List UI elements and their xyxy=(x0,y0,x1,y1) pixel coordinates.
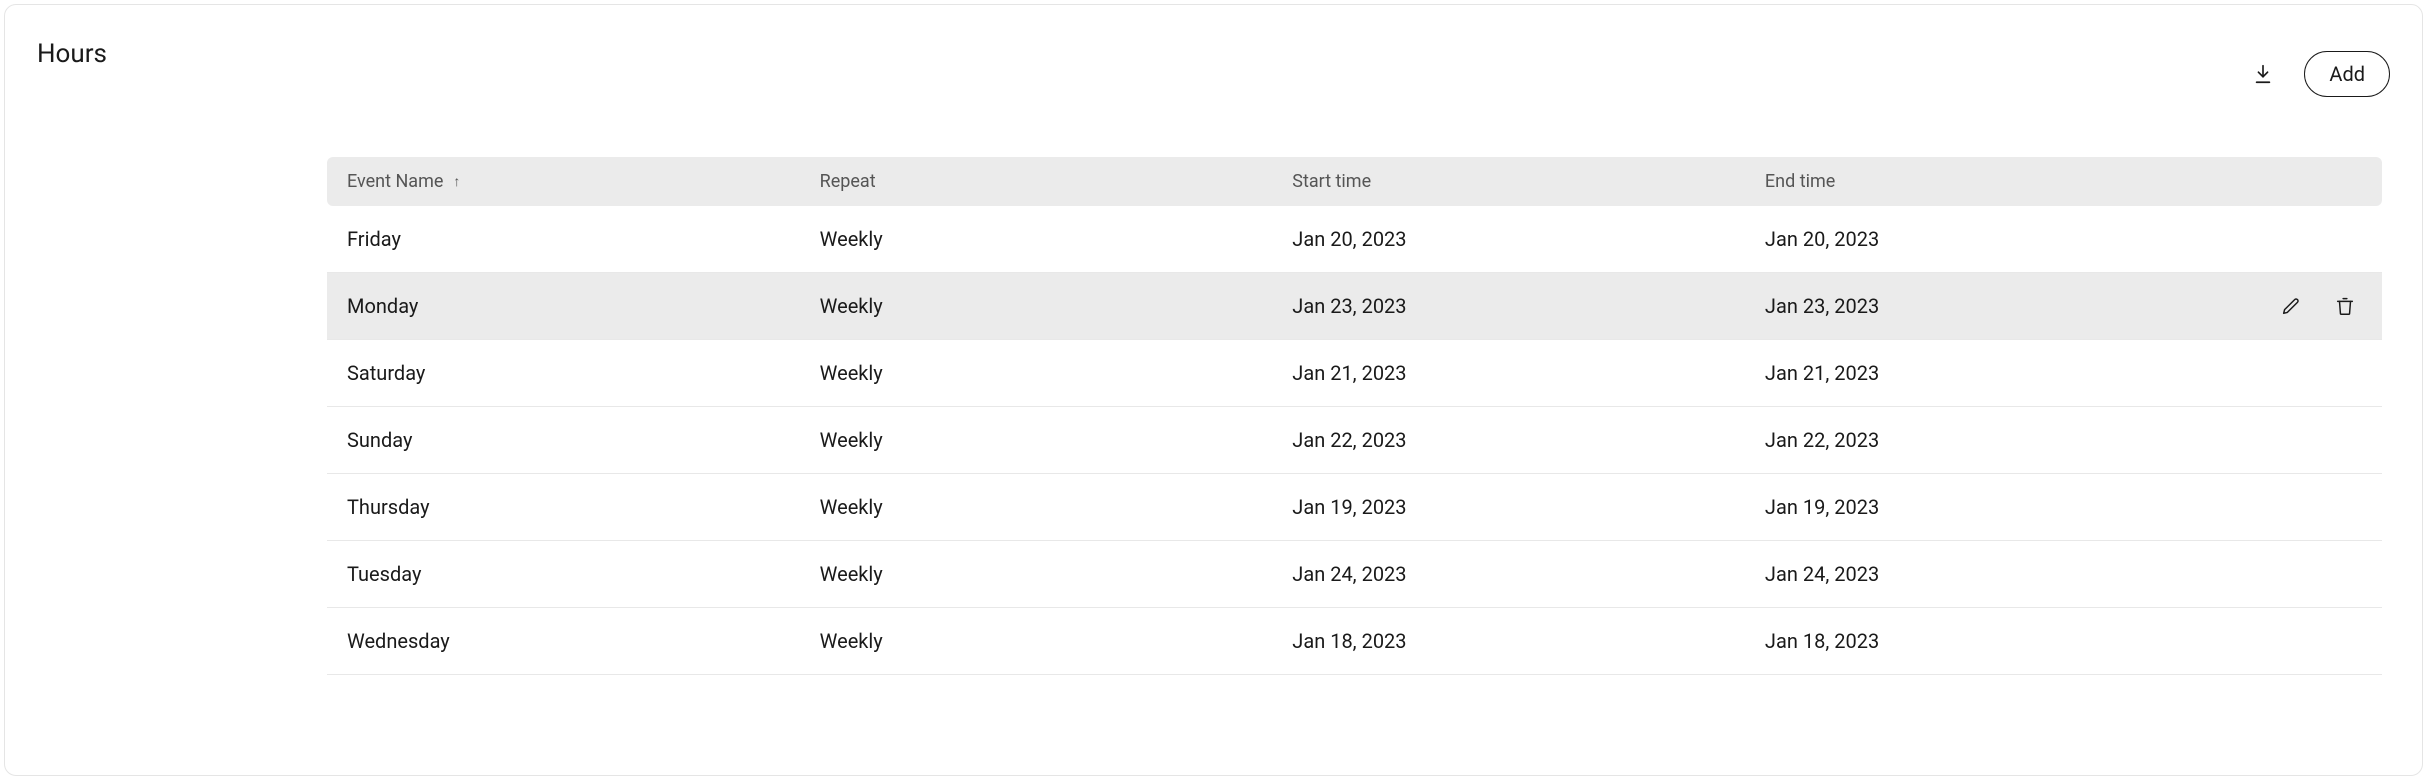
cell-event-name: Thursday xyxy=(327,474,800,541)
cell-event-name: Wednesday xyxy=(327,608,800,675)
cell-event-name: Friday xyxy=(327,206,800,273)
cell-repeat: Weekly xyxy=(800,474,1273,541)
column-header-repeat[interactable]: Repeat xyxy=(800,157,1273,206)
card-header: Hours Add xyxy=(37,33,2390,97)
cell-end-time: Jan 18, 2023 xyxy=(1745,608,2218,675)
cell-start-time: Jan 22, 2023 xyxy=(1272,407,1745,474)
cell-repeat: Weekly xyxy=(800,541,1273,608)
hours-table-wrap: Event Name ↑ Repeat Start time End time xyxy=(327,157,2382,675)
table-row[interactable]: MondayWeeklyJan 23, 2023Jan 23, 2023 xyxy=(327,273,2382,340)
delete-button[interactable] xyxy=(2328,289,2362,323)
cell-start-time: Jan 21, 2023 xyxy=(1272,340,1745,407)
cell-event-name: Saturday xyxy=(327,340,800,407)
trash-icon xyxy=(2334,295,2356,317)
cell-actions xyxy=(2218,608,2382,675)
cell-actions xyxy=(2218,273,2382,340)
cell-end-time: Jan 21, 2023 xyxy=(1745,340,2218,407)
cell-event-name: Sunday xyxy=(327,407,800,474)
table-row[interactable]: SundayWeeklyJan 22, 2023Jan 22, 2023 xyxy=(327,407,2382,474)
table-row[interactable]: ThursdayWeeklyJan 19, 2023Jan 19, 2023 xyxy=(327,474,2382,541)
cell-start-time: Jan 19, 2023 xyxy=(1272,474,1745,541)
cell-end-time: Jan 24, 2023 xyxy=(1745,541,2218,608)
header-actions: Add xyxy=(2246,33,2390,97)
pencil-icon xyxy=(2280,295,2302,317)
cell-start-time: Jan 24, 2023 xyxy=(1272,541,1745,608)
download-button[interactable] xyxy=(2246,57,2280,91)
cell-actions xyxy=(2218,474,2382,541)
table-header-row: Event Name ↑ Repeat Start time End time xyxy=(327,157,2382,206)
cell-actions xyxy=(2218,407,2382,474)
cell-start-time: Jan 23, 2023 xyxy=(1272,273,1745,340)
download-icon xyxy=(2252,63,2274,85)
cell-event-name: Tuesday xyxy=(327,541,800,608)
column-header-end-time[interactable]: End time xyxy=(1745,157,2218,206)
sort-ascending-icon: ↑ xyxy=(453,173,460,190)
cell-start-time: Jan 20, 2023 xyxy=(1272,206,1745,273)
table-body: FridayWeeklyJan 20, 2023Jan 20, 2023Mond… xyxy=(327,206,2382,675)
column-header-event-name[interactable]: Event Name ↑ xyxy=(327,157,800,206)
cell-repeat: Weekly xyxy=(800,407,1273,474)
cell-actions xyxy=(2218,340,2382,407)
table-row[interactable]: TuesdayWeeklyJan 24, 2023Jan 24, 2023 xyxy=(327,541,2382,608)
column-label: Repeat xyxy=(820,171,876,192)
table-row[interactable]: SaturdayWeeklyJan 21, 2023Jan 21, 2023 xyxy=(327,340,2382,407)
cell-end-time: Jan 19, 2023 xyxy=(1745,474,2218,541)
table-row[interactable]: FridayWeeklyJan 20, 2023Jan 20, 2023 xyxy=(327,206,2382,273)
column-label: End time xyxy=(1765,171,1835,192)
cell-repeat: Weekly xyxy=(800,340,1273,407)
hours-card: Hours Add Event Name xyxy=(4,4,2423,776)
table-row[interactable]: WednesdayWeeklyJan 18, 2023Jan 18, 2023 xyxy=(327,608,2382,675)
page-title: Hours xyxy=(37,33,107,69)
cell-repeat: Weekly xyxy=(800,206,1273,273)
column-label: Event Name xyxy=(347,171,443,192)
cell-repeat: Weekly xyxy=(800,608,1273,675)
add-button[interactable]: Add xyxy=(2304,51,2390,97)
cell-start-time: Jan 18, 2023 xyxy=(1272,608,1745,675)
cell-end-time: Jan 23, 2023 xyxy=(1745,273,2218,340)
column-header-start-time[interactable]: Start time xyxy=(1272,157,1745,206)
column-header-actions xyxy=(2218,157,2382,206)
hours-table: Event Name ↑ Repeat Start time End time xyxy=(327,157,2382,675)
cell-repeat: Weekly xyxy=(800,273,1273,340)
cell-actions xyxy=(2218,206,2382,273)
cell-end-time: Jan 20, 2023 xyxy=(1745,206,2218,273)
row-actions xyxy=(2238,289,2362,323)
cell-event-name: Monday xyxy=(327,273,800,340)
edit-button[interactable] xyxy=(2274,289,2308,323)
cell-actions xyxy=(2218,541,2382,608)
column-label: Start time xyxy=(1292,171,1371,192)
cell-end-time: Jan 22, 2023 xyxy=(1745,407,2218,474)
